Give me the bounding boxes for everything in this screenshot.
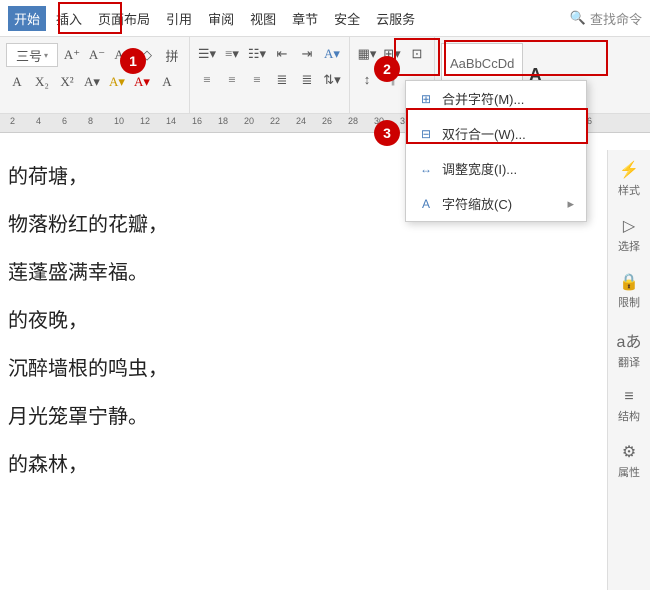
side-item[interactable]: aあ翻译 <box>617 328 642 370</box>
chevron-right-icon: ▸ <box>567 196 574 212</box>
side-icon: 🔒 <box>619 272 639 292</box>
side-label: 翻译 <box>618 354 640 370</box>
side-item[interactable]: ≡ 结构 <box>618 388 640 424</box>
ruler-mark: 28 <box>348 116 358 126</box>
tab-icon[interactable]: ⊡ <box>406 43 428 65</box>
phonetic-icon[interactable]: 拼 <box>161 44 183 66</box>
decrease-indent-icon[interactable]: ⇤ <box>271 43 293 65</box>
callout-3: 3 <box>374 120 400 146</box>
ruler-mark: 22 <box>270 116 280 126</box>
side-item[interactable]: ⚡ 样式 <box>618 160 640 198</box>
bullet-list-icon[interactable]: ☰▾ <box>196 43 218 65</box>
font-effect-icon[interactable]: A▾ <box>81 71 103 93</box>
doc-line: 的夜晚， <box>8 297 642 345</box>
ruler-mark: 24 <box>296 116 306 126</box>
ruler-mark: 8 <box>88 116 93 126</box>
doc-line: 莲蓬盛满幸福。 <box>8 249 642 297</box>
side-icon: ⚡ <box>619 160 639 180</box>
side-icon: ▷ <box>623 216 635 236</box>
search-command[interactable]: 🔍 查找命令 <box>570 9 642 28</box>
side-panel: ⚡ 样式 ▷ 选择 🔒 限制 aあ翻译 ≡ 结构 ⚙ 属性 <box>607 150 650 590</box>
align-justify-icon[interactable]: ≣ <box>271 69 293 91</box>
ruler-mark: 20 <box>244 116 254 126</box>
side-icon: ⚙ <box>622 442 636 462</box>
multilevel-icon[interactable]: ☷▾ <box>246 43 268 65</box>
decrease-font-icon[interactable]: A⁻ <box>86 44 108 66</box>
strikethrough-icon[interactable]: X₂ <box>31 71 53 93</box>
font-a-icon[interactable]: A <box>6 71 28 93</box>
side-icon: aあ <box>617 328 642 352</box>
menu-layout[interactable]: 页面布局 <box>92 6 156 31</box>
side-item[interactable]: ▷ 选择 <box>618 216 640 254</box>
style-gallery[interactable]: AaBbCcDd <box>441 43 523 83</box>
side-label: 限制 <box>618 294 640 310</box>
menu-view[interactable]: 视图 <box>244 6 282 31</box>
side-icon: ≡ <box>624 388 633 406</box>
side-item[interactable]: ⚙ 属性 <box>618 442 640 480</box>
menu-security[interactable]: 安全 <box>328 6 366 31</box>
doc-line: 月光笼罩宁静。 <box>8 393 642 441</box>
number-list-icon[interactable]: ≡▾ <box>221 43 243 65</box>
ruler-mark: 2 <box>10 116 15 126</box>
char-zoom-item[interactable]: A 字符缩放(C) ▸ <box>406 186 586 221</box>
line-spacing-icon[interactable]: ⇅▾ <box>321 69 343 91</box>
callout-2: 2 <box>374 56 400 82</box>
align-left-icon[interactable]: ≡ <box>196 69 218 91</box>
char-border-icon[interactable]: A <box>156 71 178 93</box>
side-label: 结构 <box>618 408 640 424</box>
side-label: 属性 <box>618 464 640 480</box>
increase-indent-icon[interactable]: ⇥ <box>296 43 318 65</box>
increase-font-icon[interactable]: A⁺ <box>61 44 83 66</box>
side-label: 选择 <box>618 238 640 254</box>
callout-1: 1 <box>120 48 146 74</box>
ruler-mark: 14 <box>166 116 176 126</box>
menu-review[interactable]: 审阅 <box>202 6 240 31</box>
align-distribute-icon[interactable]: ≣ <box>296 69 318 91</box>
search-icon: 🔍 <box>570 10 586 26</box>
align-center-icon[interactable]: ≡ <box>221 69 243 91</box>
ruler-mark: 12 <box>140 116 150 126</box>
menu-cloud[interactable]: 云服务 <box>370 6 421 31</box>
side-item[interactable]: 🔒 限制 <box>618 272 640 310</box>
font-color-icon[interactable]: A▾ <box>131 71 153 93</box>
two-lines-icon: ⊟ <box>418 126 434 142</box>
merge-icon: ⊞ <box>418 91 434 107</box>
fontsize-select[interactable]: 三号▾ <box>6 43 58 67</box>
char-combine-icon[interactable]: A▾ <box>321 43 343 65</box>
doc-line: 沉醉墙根的鸣虫， <box>8 345 642 393</box>
ruler-mark: 26 <box>322 116 332 126</box>
menu-insert[interactable]: 插入 <box>50 6 88 31</box>
menu-chapter[interactable]: 章节 <box>286 6 324 31</box>
side-label: 样式 <box>618 182 640 198</box>
superscript-icon[interactable]: X² <box>56 71 78 93</box>
ruler-mark: 18 <box>218 116 228 126</box>
menu-bar: 开始 插入 页面布局 引用 审阅 视图 章节 安全 云服务 🔍 查找命令 <box>0 0 650 36</box>
align-right-icon[interactable]: ≡ <box>246 69 268 91</box>
menu-start[interactable]: 开始 <box>8 6 46 31</box>
menu-reference[interactable]: 引用 <box>160 6 198 31</box>
width-icon: ↔ <box>418 161 434 177</box>
ruler-mark: 10 <box>114 116 124 126</box>
char-combine-dropdown: ⊞ 合并字符(M)... ⊟ 双行合一(W)... ↔ 调整宽度(I)... A… <box>405 80 587 222</box>
merge-chars-item[interactable]: ⊞ 合并字符(M)... <box>406 81 586 116</box>
doc-line: 的森林， <box>8 441 642 489</box>
search-placeholder: 查找命令 <box>590 9 642 28</box>
two-lines-item[interactable]: ⊟ 双行合一(W)... <box>406 116 586 151</box>
ruler-mark: 16 <box>192 116 202 126</box>
highlight-icon[interactable]: A▾ <box>106 71 128 93</box>
ruler-mark: 4 <box>36 116 41 126</box>
zoom-icon: A <box>418 196 434 212</box>
ruler-mark: 6 <box>62 116 67 126</box>
adjust-width-item[interactable]: ↔ 调整宽度(I)... <box>406 151 586 186</box>
